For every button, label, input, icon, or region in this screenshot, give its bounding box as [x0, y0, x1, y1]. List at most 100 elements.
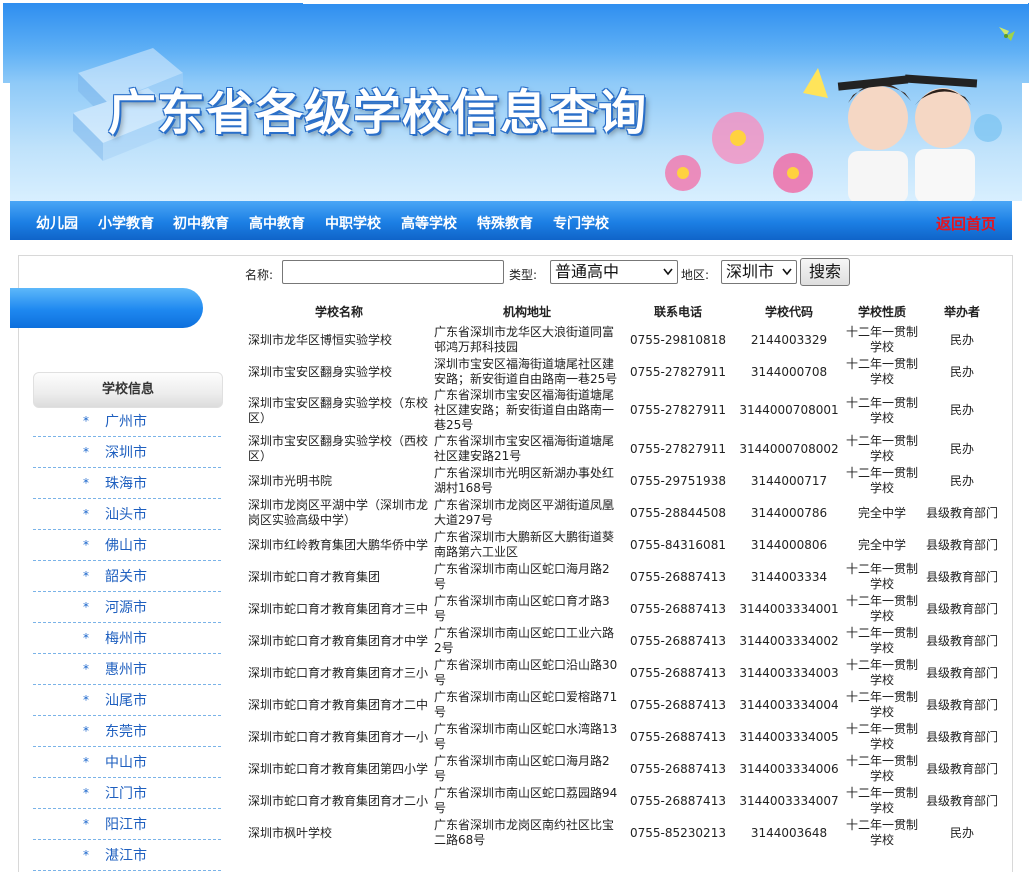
cell-phone: 0755-85230213 — [630, 825, 726, 840]
cell-school-name: 深圳市蛇口育才教育集团育才一小 — [248, 729, 429, 744]
cell-code: 3144003334 — [750, 569, 828, 584]
col-header-code: 学校代码 — [764, 304, 813, 319]
cell-type: 十二年一贯制学校 — [846, 818, 919, 847]
nav-item-junior[interactable]: 初中教育 — [173, 213, 229, 233]
cell-type: 十二年一贯制学校 — [846, 434, 919, 463]
cell-address: 广东省深圳市大鹏新区大鹏街道葵南路第六工业区 — [434, 530, 615, 559]
nav-item-dedicated[interactable]: 专门学校 — [553, 213, 609, 233]
bullet-icon: * — [83, 476, 89, 490]
cell-phone: 0755-29810818 — [630, 332, 726, 347]
cell-school-name: 深圳市蛇口育才教育集团育才二小 — [248, 793, 429, 808]
cell-code: 3144000708001 — [739, 403, 839, 417]
city-item[interactable]: * 广州市 — [33, 406, 221, 437]
city-item[interactable]: * 汕头市 — [33, 499, 221, 530]
cell-organizer: 民办 — [949, 332, 974, 347]
city-link[interactable]: 珠海市 — [105, 473, 147, 493]
city-link[interactable]: 河源市 — [105, 597, 147, 617]
cell-code: 3144003334003 — [739, 665, 839, 680]
cell-organizer: 民办 — [949, 825, 974, 840]
bullet-icon: * — [83, 507, 89, 521]
cell-type: 十二年一贯制学校 — [846, 658, 919, 687]
city-item[interactable]: * 阳江市 — [33, 809, 221, 840]
cell-address: 广东省深圳市龙岗区南约社区比宝二路68号 — [434, 818, 615, 847]
table-row: 深圳市宝安区翻身实验学校 深圳市宝安区福海街道塘尾社区建安路；新安街道自由路南一巷… — [246, 356, 1004, 388]
home-link[interactable]: 返回首页 — [936, 213, 996, 234]
city-item[interactable]: * 江门市 — [33, 778, 221, 809]
nav-item-vocational[interactable]: 中职学校 — [325, 213, 381, 233]
cell-type: 十二年一贯制学校 — [846, 466, 919, 495]
top-nav: 幼儿园 小学教育 初中教育 高中教育 中职学校 高等学校 特殊教育 专门学校 返… — [10, 201, 1012, 240]
cell-phone: 0755-26887413 — [630, 601, 726, 616]
city-link[interactable]: 汕头市 — [105, 504, 147, 524]
city-link[interactable]: 江门市 — [105, 783, 147, 803]
city-link[interactable]: 湛江市 — [105, 845, 147, 865]
cell-type: 十二年一贯制学校 — [846, 786, 919, 815]
cell-phone: 0755-27827911 — [630, 364, 726, 379]
city-link[interactable]: 惠州市 — [105, 659, 147, 679]
cell-phone: 0755-26887413 — [630, 633, 726, 648]
city-item[interactable]: * 梅州市 — [33, 623, 221, 654]
table-row: 深圳市蛇口育才教育集团育才中学 广东省深圳市南山区蛇口工业六路2号 0755-268… — [246, 625, 1004, 657]
cell-school-name: 深圳市龙岗区平湖中学（深圳市龙岗区实验高级中学） — [248, 498, 429, 527]
city-link[interactable]: 汕尾市 — [105, 690, 147, 710]
cell-type: 十二年一贯制学校 — [846, 325, 919, 354]
cell-school-name: 深圳市红岭教育集团大鹏华侨中学 — [248, 537, 429, 552]
bullet-icon: * — [83, 538, 89, 552]
bullet-icon: * — [83, 414, 89, 428]
cell-school-name: 深圳市蛇口育才教育集团第四小学 — [248, 761, 429, 776]
city-link[interactable]: 阳江市 — [105, 814, 147, 834]
banner-cutout — [303, 3, 1028, 4]
city-link[interactable]: 东莞市 — [105, 721, 147, 741]
cell-phone: 0755-27827911 — [630, 441, 726, 456]
city-item[interactable]: * 河源市 — [33, 592, 221, 623]
city-item[interactable]: * 佛山市 — [33, 530, 221, 561]
city-link[interactable]: 韶关市 — [105, 566, 147, 586]
table-row: 深圳市宝安区翻身实验学校（东校区） 广东省深圳市宝安区福海街道塘尾社区建安路；新安… — [246, 388, 1004, 433]
cell-phone: 0755-26887413 — [630, 793, 726, 808]
school-table: 学校名称 机构地址 联系电话 学校代码 学校性质 举办者 深圳市龙华区博恒实验学… — [246, 298, 1004, 849]
search-button[interactable]: 搜索 — [800, 258, 850, 286]
city-item[interactable]: * 湛江市 — [33, 840, 221, 871]
cell-organizer: 县级教育部门 — [925, 793, 998, 808]
nav-item-higher[interactable]: 高等学校 — [401, 213, 457, 233]
cell-type: 十二年一贯制学校 — [846, 722, 919, 751]
nav-item-senior[interactable]: 高中教育 — [249, 213, 305, 233]
city-link[interactable]: 佛山市 — [105, 535, 147, 555]
city-item[interactable]: * 惠州市 — [33, 654, 221, 685]
cell-type: 十二年一贯制学校 — [846, 562, 919, 591]
cell-code: 3144003334006 — [739, 761, 839, 776]
nav-item-primary[interactable]: 小学教育 — [98, 213, 154, 233]
cell-school-name: 深圳市宝安区翻身实验学校（东校区） — [248, 395, 429, 425]
city-link[interactable]: 中山市 — [105, 752, 147, 772]
nav-item-special[interactable]: 特殊教育 — [477, 213, 533, 233]
city-link[interactable]: 深圳市 — [105, 442, 147, 462]
city-link[interactable]: 广州市 — [105, 411, 147, 431]
city-item[interactable]: * 韶关市 — [33, 561, 221, 592]
cell-phone: 0755-26887413 — [630, 665, 726, 680]
name-search-input[interactable] — [282, 260, 504, 284]
cell-organizer: 县级教育部门 — [925, 537, 998, 552]
city-item[interactable]: * 东莞市 — [33, 716, 221, 747]
table-row: 深圳市蛇口育才教育集团 广东省深圳市南山区蛇口海月路2号 0755-26887413… — [246, 561, 1004, 593]
cell-school-name: 深圳市枫叶学校 — [248, 825, 333, 840]
table-row: 深圳市光明书院 广东省深圳市光明区新湖办事处红湖村168号 0755-2975193… — [246, 465, 1004, 497]
city-item[interactable]: * 汕尾市 — [33, 685, 221, 716]
city-item[interactable]: * 珠海市 — [33, 468, 221, 499]
cell-phone: 0755-27827911 — [630, 403, 726, 417]
nav-item-kindergarten[interactable]: 幼儿园 — [36, 213, 78, 233]
type-select[interactable]: 普通高中 — [550, 260, 678, 284]
cell-school-name: 深圳市蛇口育才教育集团育才三中 — [248, 601, 429, 616]
region-select[interactable]: 深圳市 — [721, 260, 797, 284]
cell-phone: 0755-84316081 — [630, 537, 726, 552]
cell-address: 广东省深圳市光明区新湖办事处红湖村168号 — [434, 466, 615, 495]
city-item[interactable]: * 中山市 — [33, 747, 221, 778]
cell-organizer: 县级教育部门 — [925, 665, 998, 680]
col-header-name: 学校名称 — [314, 304, 363, 319]
city-item[interactable]: * 深圳市 — [33, 437, 221, 468]
cell-code: 3144003334005 — [739, 729, 839, 744]
city-link[interactable]: 梅州市 — [105, 628, 147, 648]
table-row: 深圳市蛇口育才教育集团育才二中 广东省深圳市南山区蛇口爱榕路71号 0755-268… — [246, 689, 1004, 721]
cell-organizer: 县级教育部门 — [925, 633, 998, 648]
cell-type: 十二年一贯制学校 — [846, 690, 919, 719]
table-row: 深圳市枫叶学校 广东省深圳市龙岗区南约社区比宝二路68号 0755-85230213… — [246, 817, 1004, 849]
